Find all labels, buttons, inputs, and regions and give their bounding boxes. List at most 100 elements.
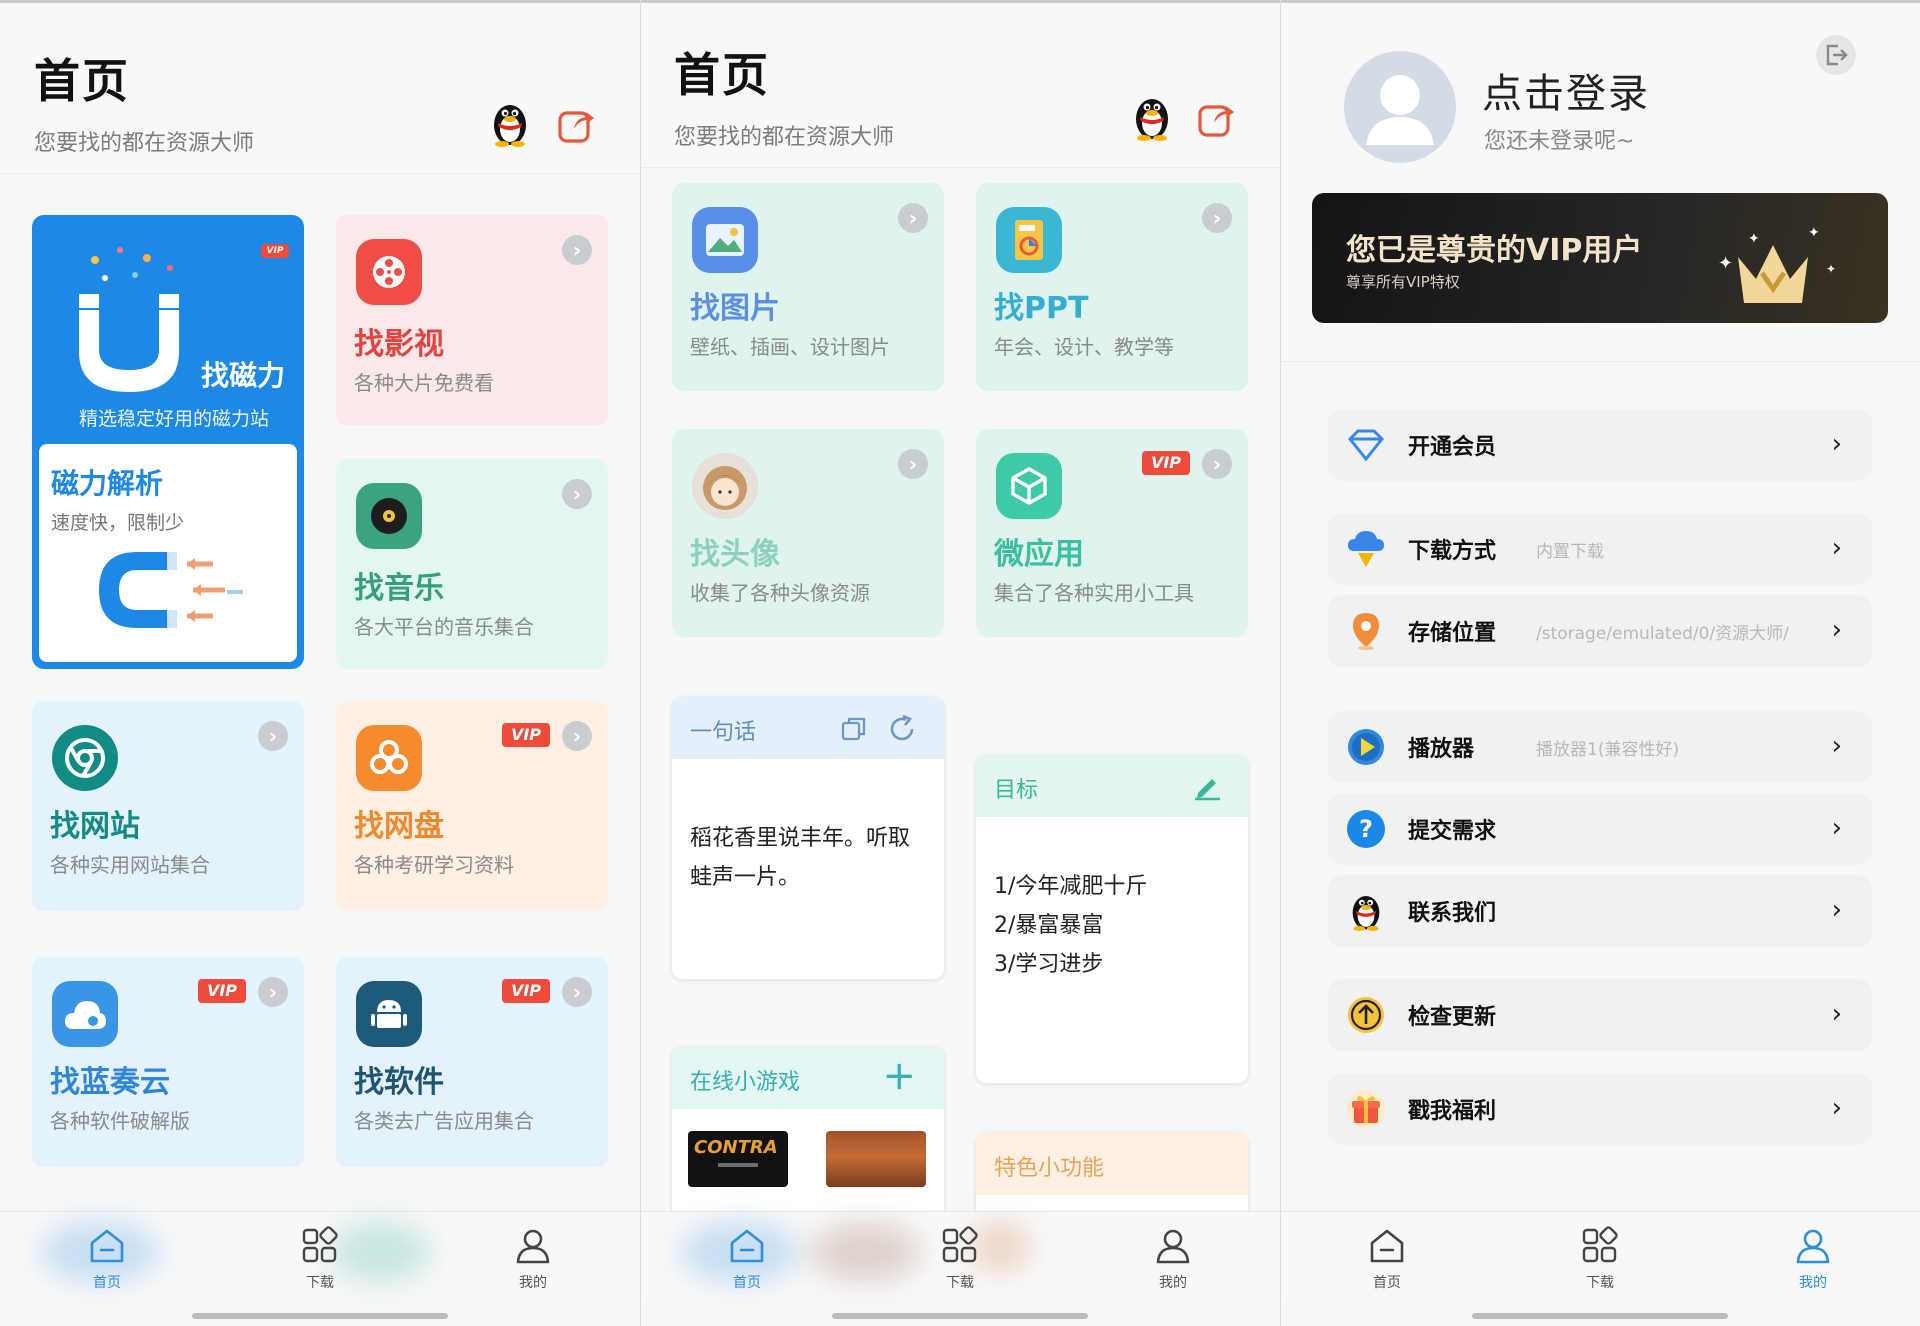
chevron-right-icon: › — [898, 449, 928, 479]
menu-check-update[interactable]: 检查更新 › — [1328, 979, 1872, 1051]
qq-penguin-icon[interactable] — [488, 99, 532, 147]
page-subtitle: 您要找的都在资源大师 — [674, 125, 895, 150]
chevron-right-icon: › — [1831, 615, 1842, 645]
card-find-movies[interactable]: › 找影视 各种大片免费看 — [336, 215, 608, 425]
card-subtitle: 各类去广告应用集合 — [354, 1109, 534, 1133]
vip-subtitle: 尊享所有VIP特权 — [1346, 273, 1460, 291]
vip-badge: VIP — [1142, 451, 1190, 475]
menu-label: 联系我们 — [1408, 901, 1497, 926]
user-icon — [1793, 1226, 1833, 1266]
nav-home[interactable]: 首页 — [67, 1226, 147, 1292]
magnet-parse-panel[interactable]: 磁力解析 速度快，限制少 — [39, 444, 297, 662]
game-title: CONTRA — [694, 1137, 778, 1158]
menu-label: 检查更新 — [1408, 1005, 1497, 1030]
menu-welfare[interactable]: 戳我福利 › — [1328, 1073, 1872, 1145]
ppt-icon — [996, 207, 1062, 273]
menu-label: 戳我福利 — [1408, 1099, 1497, 1124]
avatar[interactable] — [1344, 51, 1456, 163]
nav-label: 首页 — [1373, 1275, 1401, 1291]
nav-mine[interactable]: 我的 — [1133, 1226, 1213, 1292]
cube-icon — [996, 453, 1062, 519]
card-find-music[interactable]: › 找音乐 各大平台的音乐集合 — [336, 459, 608, 669]
chevron-right-icon: › — [258, 721, 288, 751]
menu-player[interactable]: 播放器 播放器1(兼容性好) › — [1328, 711, 1872, 783]
svg-text:✦: ✦ — [1718, 253, 1733, 274]
card-find-lanzou[interactable]: VIP › 找蓝奏云 各种软件破解版 — [32, 957, 304, 1167]
login-link[interactable]: 点击登录 — [1482, 61, 1650, 119]
edit-pencil-icon[interactable] — [1192, 771, 1222, 801]
card-find-websites[interactable]: › 找网站 各种实用网站集合 — [32, 701, 304, 911]
page-subtitle: 您要找的都在资源大师 — [34, 131, 255, 156]
menu-submit-request[interactable]: ? 提交需求 › — [1328, 793, 1872, 865]
card-micro-apps[interactable]: VIP › 微应用 集合了各种实用小工具 — [976, 429, 1248, 637]
card-title: 找影视 — [354, 327, 444, 362]
nav-label: 下载 — [306, 1275, 334, 1291]
location-pin-icon — [1353, 613, 1379, 650]
card-subtitle: 年会、设计、教学等 — [994, 335, 1174, 359]
bottom-nav: 首页 下载 我的 — [1280, 1211, 1920, 1302]
apps-grid-icon — [1580, 1226, 1620, 1266]
nav-home[interactable]: 首页 — [707, 1226, 787, 1292]
download-icon — [1348, 531, 1384, 567]
menu-vip-membership[interactable]: 开通会员 › — [1328, 409, 1872, 481]
quote-text: 稻花香里说丰年。听取蛙声一片。 — [690, 826, 911, 890]
nav-mine[interactable]: 我的 — [1773, 1226, 1853, 1292]
vip-banner[interactable]: 您已是尊贵的VIP用户 尊享所有VIP特权 ✦ ✦ ✦ ✦ — [1312, 193, 1888, 323]
menu-contact-us[interactable]: 联系我们 › — [1328, 875, 1872, 947]
chevron-right-icon: › — [1831, 533, 1842, 563]
card-find-software[interactable]: VIP › 找软件 各类去广告应用集合 — [336, 957, 608, 1167]
nav-download[interactable]: 下载 — [920, 1226, 1000, 1292]
chevron-right-icon: › — [258, 977, 288, 1007]
menu-label: 开通会员 — [1408, 435, 1497, 460]
profile-header: 点击登录 您还未登录呢~ 您已是尊贵的VIP用户 尊享所有VIP特权 ✦ ✦ ✦ ✦ — [1280, 3, 1920, 362]
card-find-magnet[interactable]: VIP 找磁力 精选稳定好用的磁力站 磁力解析 速度快，限制少 — [32, 215, 304, 669]
card-find-ppt[interactable]: › 找PPT 年会、设计、教学等 — [976, 183, 1248, 391]
card-title: 找网盘 — [354, 809, 444, 844]
game-thumbnail-contra[interactable]: CONTRA — [688, 1131, 788, 1187]
gift-icon — [1347, 1090, 1385, 1128]
card-find-images[interactable]: › 找图片 壁纸、插画、设计图片 — [672, 183, 944, 391]
card-subtitle: 精选稳定好用的磁力站 — [79, 408, 270, 430]
logout-button[interactable] — [1816, 35, 1856, 75]
card-find-avatars[interactable]: › 找头像 收集了各种头像资源 — [672, 429, 944, 637]
card-title: 找头像 — [690, 537, 780, 572]
card-title: 微应用 — [994, 537, 1084, 572]
home-header: 首页 您要找的都在资源大师 — [0, 3, 640, 174]
card-subtitle: 各种软件破解版 — [50, 1109, 190, 1133]
vinyl-record-icon — [356, 483, 422, 549]
copy-icon[interactable] — [840, 715, 868, 743]
nav-label: 下载 — [946, 1275, 974, 1291]
card-find-netdisk[interactable]: VIP › 找网盘 各种考研学习资料 — [336, 701, 608, 911]
card-subtitle: 收集了各种头像资源 — [690, 581, 870, 605]
card-subtitle: 速度快，限制少 — [51, 512, 185, 534]
nav-home[interactable]: 首页 — [1347, 1226, 1427, 1292]
menu-label: 存储位置 — [1408, 621, 1497, 646]
vip-badge: VIP — [261, 244, 289, 258]
refresh-icon[interactable] — [886, 713, 918, 745]
svg-text:✦: ✦ — [1808, 225, 1820, 241]
question-icon: ? — [1347, 810, 1385, 848]
gesture-bar — [1472, 1313, 1728, 1319]
share-icon[interactable] — [556, 105, 596, 145]
qq-penguin-icon[interactable] — [1130, 93, 1174, 141]
mine-screen: 点击登录 您还未登录呢~ 您已是尊贵的VIP用户 尊享所有VIP特权 ✦ ✦ ✦ ✦ … — [1280, 0, 1920, 1326]
mini-games-widget: 在线小游戏 + CONTRA — [672, 1047, 944, 1227]
card-subtitle: 壁纸、插画、设计图片 — [690, 335, 890, 359]
nav-mine[interactable]: 我的 — [493, 1226, 573, 1292]
nav-download[interactable]: 下载 — [280, 1226, 360, 1292]
add-icon[interactable]: + — [882, 1053, 916, 1099]
nav-label: 我的 — [1159, 1275, 1187, 1291]
play-icon — [1348, 729, 1384, 765]
cloud-icon — [52, 981, 118, 1047]
svg-text:?: ? — [1359, 815, 1373, 843]
svg-text:✦: ✦ — [1826, 262, 1836, 276]
menu-download-mode[interactable]: 下载方式 内置下载 › — [1328, 513, 1872, 585]
qq-penguin-icon — [1346, 891, 1386, 931]
nav-download[interactable]: 下载 — [1560, 1226, 1640, 1292]
menu-storage-location[interactable]: 存储位置 /storage/emulated/0/资源大师/ › — [1328, 595, 1872, 667]
card-subtitle: 各大平台的音乐集合 — [354, 615, 534, 639]
chevron-right-icon: › — [898, 203, 928, 233]
game-thumbnail-2[interactable] — [826, 1131, 926, 1187]
card-title: 找音乐 — [354, 571, 444, 606]
share-icon[interactable] — [1196, 99, 1236, 139]
